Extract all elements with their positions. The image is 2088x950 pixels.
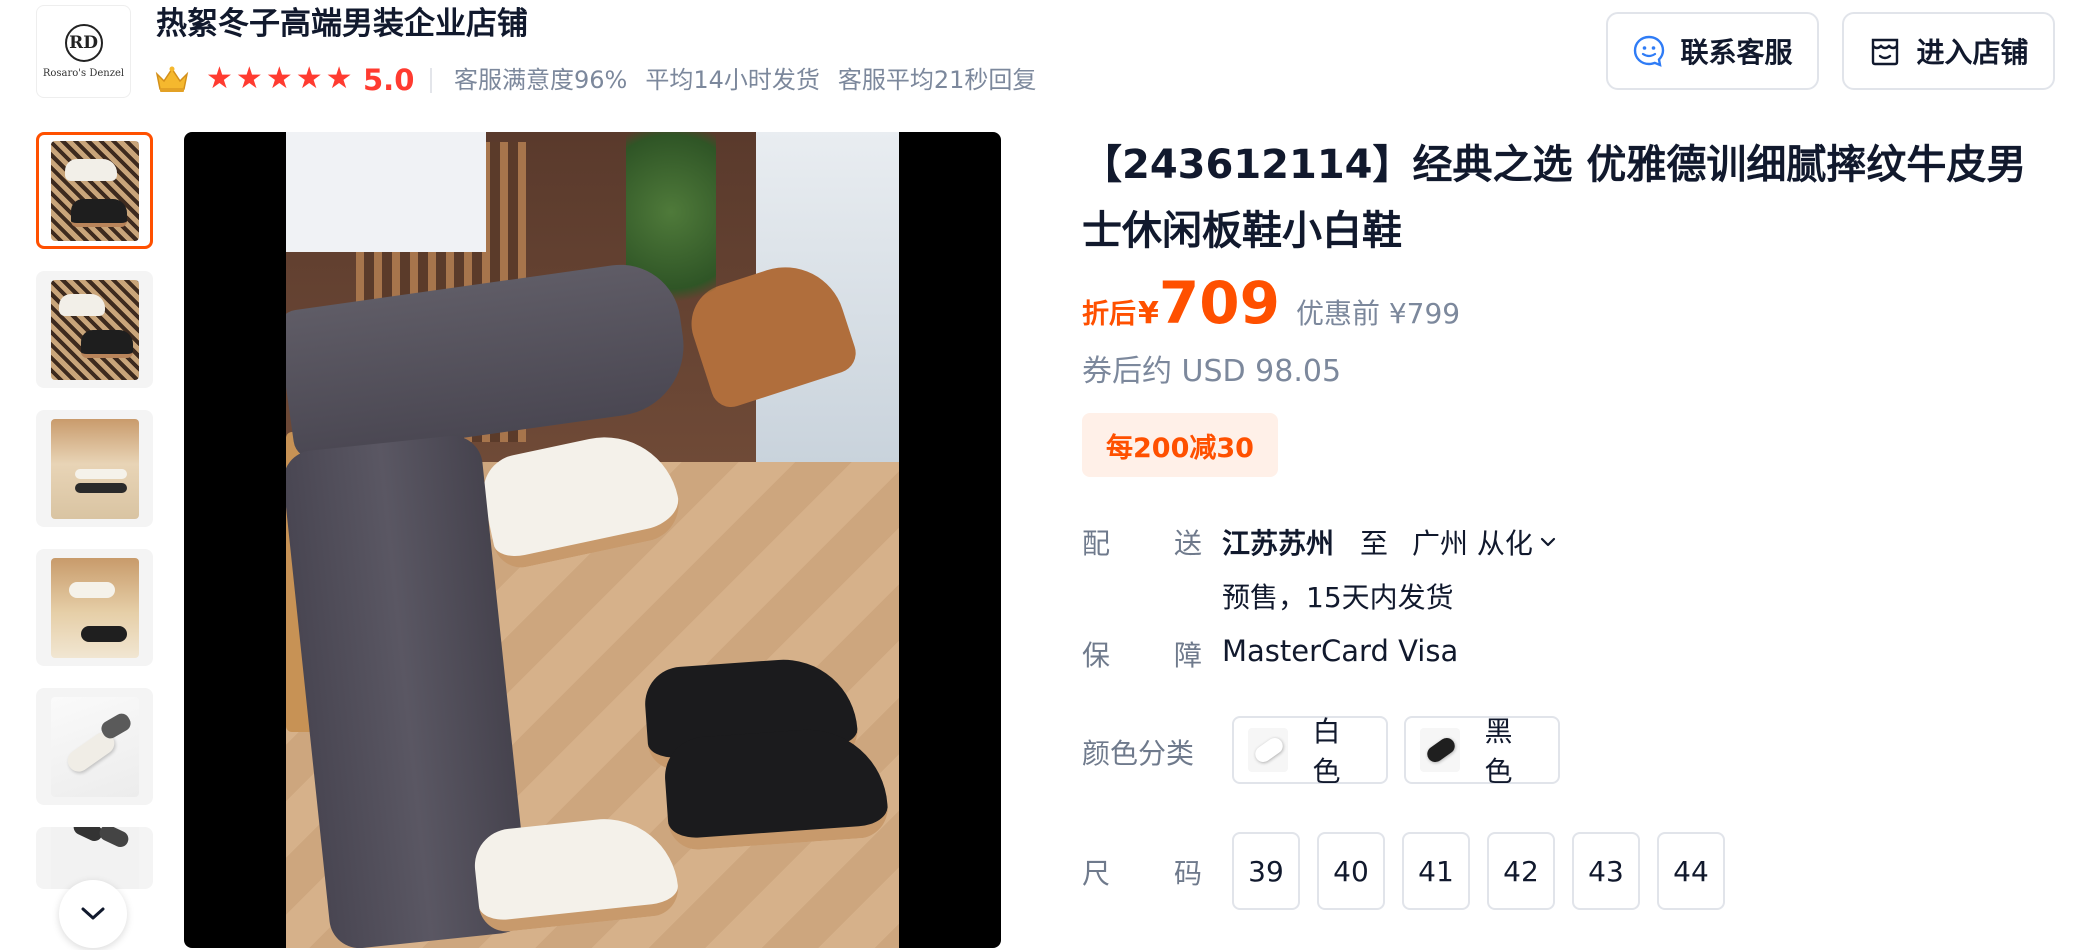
chevron-down-icon [81, 907, 105, 920]
ship-to-word: 至 [1360, 527, 1389, 560]
ship-destination-selector[interactable]: 广州 从化 [1412, 522, 1557, 562]
rating-score: 5.0 [363, 63, 415, 97]
size-option[interactable]: 39 [1232, 832, 1300, 910]
color-option-label: 黑色 [1484, 715, 1513, 788]
star-icon: ★ [325, 61, 353, 96]
shop-icon [1872, 38, 1899, 66]
size-label: 尺 码 [1082, 852, 1202, 892]
price-value: 709 [1158, 269, 1280, 337]
thumbnail-image [50, 279, 139, 380]
crown-icon [155, 66, 189, 92]
price-row: 折后 ¥ 709 优惠前 ¥799 [1082, 272, 1460, 334]
rating-stars: ★ ★ ★ ★ ★ [206, 62, 353, 96]
color-label: 颜色分类 [1082, 737, 1195, 770]
contact-service-button[interactable]: 联系客服 [1606, 12, 1819, 90]
thumbnail-2[interactable] [36, 271, 153, 388]
enter-shop-button[interactable]: 进入店铺 [1842, 12, 2055, 90]
color-swatch-white [1248, 728, 1289, 772]
logo-text: Rosaro's Denzel [42, 68, 125, 79]
star-icon: ★ [206, 61, 233, 96]
store-logo[interactable]: RD Rosaro's Denzel [36, 5, 131, 98]
size-option[interactable]: 42 [1487, 832, 1555, 910]
ship-destination: 广州 从化 [1412, 527, 1533, 560]
size-option[interactable]: 41 [1402, 832, 1470, 910]
stat-satisfaction: 客服满意度96% [454, 66, 628, 94]
guarantee-label-char-1: 保 [1082, 639, 1111, 672]
color-option-label: 白色 [1312, 715, 1341, 788]
shipping-label-char-2: 送 [1173, 527, 1202, 560]
color-swatch-black [1420, 728, 1461, 772]
thumbnail-image [50, 418, 139, 519]
size-option[interactable]: 44 [1657, 832, 1725, 910]
star-icon: ★ [235, 61, 263, 96]
product-photo-scene [286, 132, 899, 948]
thumbnail-image [50, 557, 139, 658]
shipping-label: 配 送 [1082, 522, 1202, 562]
contact-service-label: 联系客服 [1680, 36, 1793, 69]
guarantee-label: 保 障 [1082, 634, 1202, 674]
divider [430, 68, 432, 93]
thumbnail-5[interactable] [36, 688, 153, 805]
stat-shipping-time: 平均14小时发货 [645, 66, 820, 94]
product-title: 【243612114】经典之选 优雅德训细腻摔纹牛皮男士休闲板鞋小白鞋 [1082, 142, 2027, 254]
price-currency: ¥ [1138, 296, 1159, 331]
store-stats: 客服满意度96% 平均14小时发货 客服平均21秒回复 [454, 60, 1036, 100]
guarantee-value: MasterCard Visa [1222, 634, 1459, 668]
thumbnails-scroll-down-button[interactable] [59, 880, 127, 948]
thumbnail-1[interactable] [36, 132, 153, 249]
presale-note: 预售，15天内发货 [1222, 581, 1454, 614]
original-price: 优惠前 ¥799 [1295, 297, 1461, 330]
stat-reply-time: 客服平均21秒回复 [837, 66, 1037, 94]
chevron-down-icon [1540, 537, 1556, 547]
color-option-white[interactable]: 白色 [1232, 715, 1388, 788]
promo-badge[interactable]: 每200减30 [1082, 413, 1278, 477]
ship-from: 江苏苏州 [1222, 527, 1335, 560]
size-label-char-2: 码 [1173, 857, 1202, 890]
thumbnail-3[interactable] [36, 410, 153, 527]
guarantee-label-char-2: 障 [1173, 639, 1202, 672]
thumbnail-image [50, 696, 139, 797]
main-product-image[interactable] [184, 132, 1001, 948]
price-label: 折后 [1082, 299, 1136, 330]
thumbnail-4[interactable] [36, 549, 153, 666]
thumbnail-image [50, 140, 139, 241]
color-option-black[interactable]: 黑色 [1404, 715, 1560, 788]
logo-mark-icon: RD [64, 24, 103, 62]
size-option[interactable]: 43 [1572, 832, 1640, 910]
star-icon: ★ [295, 61, 323, 96]
chat-bubble-icon [1634, 35, 1665, 67]
size-option[interactable]: 40 [1317, 832, 1385, 910]
enter-shop-label: 进入店铺 [1916, 36, 2029, 69]
shipping-label-char-1: 配 [1082, 527, 1111, 560]
star-icon: ★ [265, 61, 293, 96]
size-label-char-1: 尺 [1082, 857, 1111, 890]
store-name[interactable]: 热絮冬子高端男装企业店铺 [156, 4, 528, 44]
usd-price: 券后约 USD 98.05 [1082, 354, 1342, 389]
